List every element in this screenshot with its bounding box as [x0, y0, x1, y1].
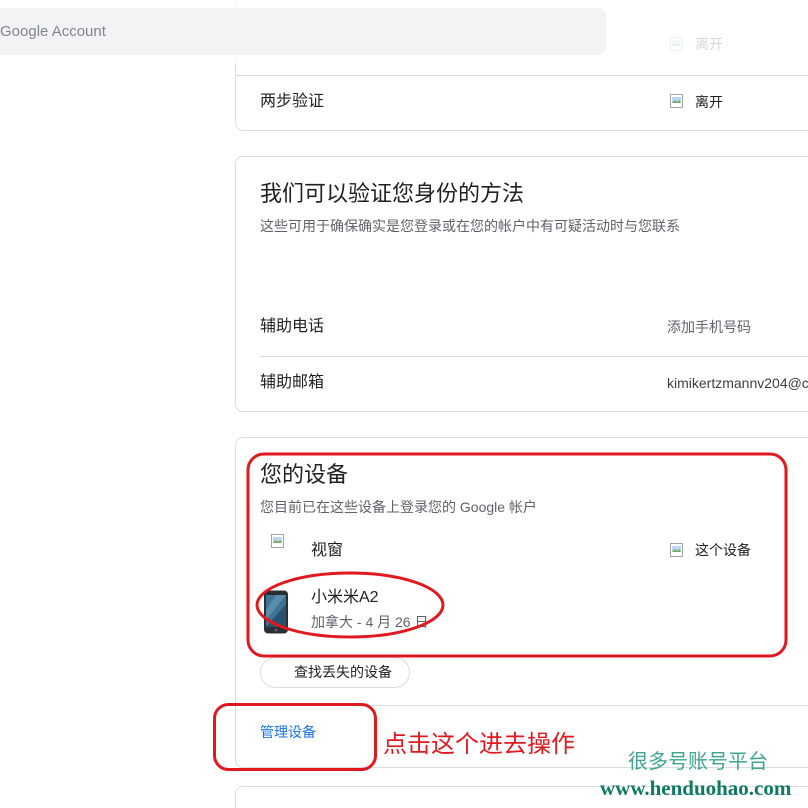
broken-image-icon [669, 93, 685, 109]
find-lost-device-button[interactable]: 查找丢失的设备 [260, 657, 410, 688]
find-lost-device-label: 查找丢失的设备 [294, 664, 392, 680]
recovery-email-value: kimikertzmannv204@c [667, 375, 808, 391]
verify-methods-card: 我们可以验证您身份的方法 这些可用于确保确实是您登录或在您的帐户中有可疑活动时与… [235, 156, 808, 412]
watermark-title: 很多号账号平台 [628, 751, 768, 773]
card-subtitle: 您目前已在这些设备上登录您的 Google 帐户 [260, 499, 537, 515]
broken-image-icon [669, 542, 685, 558]
manage-devices-link[interactable]: 管理设备 [260, 722, 316, 742]
device-name: 小米米A2 [311, 589, 379, 606]
card-subtitle: 这些可用于确保确实是您登录或在您的帐户中有可疑活动时与您联系 [260, 218, 680, 234]
this-device-label: 这个设备 [695, 542, 751, 558]
phone-icon [262, 590, 290, 634]
search-bar[interactable]: Google Account [0, 8, 606, 55]
card-title: 您的设备 [260, 462, 349, 487]
device-row-phone[interactable]: 小米米A2 加拿大 - 4 月 26 日 [236, 584, 808, 638]
two-step-label: 两步验证 [260, 93, 325, 110]
card-title: 我们可以验证您身份的方法 [260, 181, 525, 206]
recovery-email-row[interactable]: 辅助邮箱 kimikertzmannv204@c [236, 357, 808, 411]
device-name: 视窗 [311, 542, 344, 559]
search-placeholder: Google Account [0, 23, 106, 40]
recovery-phone-label: 辅助电话 [260, 318, 325, 335]
devices-card: 您的设备 您目前已在这些设备上登录您的 Google 帐户 视窗 这个设备 小米… [235, 437, 808, 768]
recovery-phone-row[interactable]: 辅助电话 添加手机号码 [236, 299, 808, 356]
recovery-phone-value: 添加手机号码 [667, 319, 751, 335]
device-row-windows[interactable]: 视窗 这个设备 [236, 528, 808, 574]
annotation-text: 点击这个进去操作 [383, 731, 575, 758]
device-detail: 加拿大 - 4 月 26 日 [311, 614, 429, 630]
two-step-status: 离开 [695, 94, 723, 110]
watermark-url: www.henduohao.com [600, 776, 792, 800]
recovery-email-label: 辅助邮箱 [260, 374, 325, 391]
two-step-row[interactable]: 两步验证 离开 [236, 76, 808, 130]
broken-image-icon [270, 533, 286, 549]
divider [236, 705, 808, 706]
